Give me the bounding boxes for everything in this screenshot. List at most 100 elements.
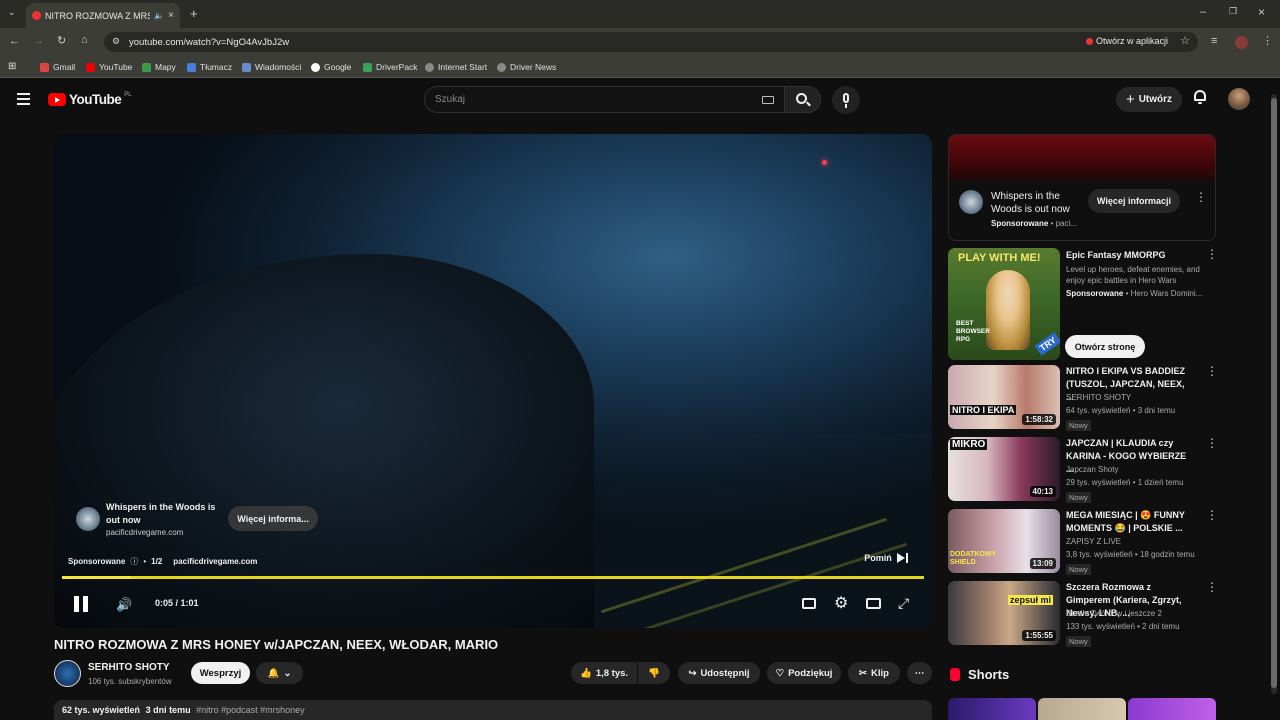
new-tab-icon[interactable]: + <box>190 7 198 20</box>
video-meta: 3,8 tys. wyświetleń • 18 godzin temu <box>1066 550 1195 559</box>
browser-tab[interactable]: NITRO ROZMOWA Z MRS H 🔈 × <box>26 3 180 28</box>
hashtags[interactable]: #nitro #podcast #mrshoney <box>196 705 305 715</box>
notifications-bell-icon[interactable] <box>1193 90 1207 106</box>
like-button[interactable]: 👍 1,8 tys. <box>571 662 637 684</box>
short-thumbnail[interactable] <box>1038 698 1126 720</box>
video-thumbnail[interactable]: zepsuł mi 1:55:55 <box>948 581 1060 645</box>
video-menu-icon[interactable]: ⋮ <box>1206 437 1218 449</box>
browser-menu-icon[interactable]: ⋮ <box>1262 36 1273 47</box>
video-menu-icon[interactable]: ⋮ <box>1206 509 1218 521</box>
bookmark-star-icon[interactable]: ☆ <box>1180 36 1190 47</box>
voice-search-button[interactable] <box>832 86 860 114</box>
subtitles-icon[interactable] <box>802 598 816 609</box>
page-scrollbar[interactable] <box>1271 94 1277 694</box>
bookmark-google[interactable]: Google <box>311 62 351 72</box>
guide-menu-icon[interactable] <box>17 93 30 105</box>
bookmark-internet-start[interactable]: Internet Start <box>425 62 487 72</box>
speaker-icon[interactable]: 🔈 <box>154 11 164 20</box>
video-menu-icon[interactable]: ⋮ <box>1206 365 1218 377</box>
share-button[interactable]: ↪ Udostępnij <box>678 662 760 684</box>
description-box[interactable]: 62 tys. wyświetleń 3 dni temu #nitro #po… <box>54 700 932 720</box>
video-thumbnail[interactable]: DODATKOWY SHIELD 13:09 <box>948 509 1060 573</box>
forward-icon[interactable]: → <box>33 36 44 47</box>
support-button[interactable]: Wesprzyj <box>191 662 250 684</box>
info-icon[interactable]: ⓘ <box>130 556 138 567</box>
maximize-icon[interactable]: ❐ <box>1229 7 1237 16</box>
bookmark-maps[interactable]: Mapy <box>142 62 176 72</box>
channel-avatar[interactable] <box>54 660 81 687</box>
channel-name[interactable]: SERHITO SHOTY <box>88 662 170 673</box>
scissors-icon: ✂ <box>859 667 867 679</box>
ad-domain-link[interactable]: pacificdrivegame.com <box>173 557 257 566</box>
bookmark-translate[interactable]: Tłumacz <box>187 62 232 72</box>
skip-ad-button[interactable]: Pomiń <box>856 548 916 568</box>
address-bar[interactable]: ⚙ youtube.com/watch?v=NgO4AvJbJ2w Otwórz… <box>104 32 1198 52</box>
home-icon[interactable]: ⌂ <box>81 35 88 46</box>
scrollbar-thumb[interactable] <box>1271 98 1277 688</box>
short-thumbnail[interactable] <box>948 698 1036 720</box>
apps-icon[interactable]: ⊞ <box>8 61 16 72</box>
extensions-icon[interactable]: ≡ <box>1211 36 1217 47</box>
window-close-icon[interactable]: × <box>1258 6 1265 18</box>
video-title: NITRO ROZMOWA Z MRS HONEY w/JAPCZAN, NEE… <box>54 637 499 652</box>
bookmark-news[interactable]: Wiadomości <box>242 62 301 72</box>
game-ad-menu-icon[interactable]: ⋮ <box>1206 248 1218 260</box>
recommended-video[interactable]: MIKRO 40:13 JAPCZAN | KLAUDIA czy KARINA… <box>948 437 1218 503</box>
video-channel[interactable]: Japczan Shoty <box>1066 465 1118 474</box>
ad-more-info-button[interactable]: Więcej informa... <box>228 506 318 531</box>
search-button[interactable] <box>784 86 821 113</box>
account-avatar[interactable] <box>1228 88 1250 110</box>
fullscreen-icon[interactable]: ⤢ <box>898 595 909 612</box>
open-page-button[interactable]: Otwórz stronę <box>1065 335 1145 358</box>
game-ad-thumbnail[interactable]: PLAY WITH ME! BEST BROWSER RPG TRY <box>948 248 1060 360</box>
open-in-app-button[interactable]: Otwórz w aplikacji <box>1085 36 1168 46</box>
bookmark-gmail[interactable]: Gmail <box>40 62 75 72</box>
bookmark-youtube[interactable]: YouTube <box>86 62 132 72</box>
recommended-video[interactable]: DODATKOWY SHIELD 13:09 MEGA MIESIĄC | 😍 … <box>948 509 1218 575</box>
profile-avatar[interactable] <box>1235 36 1248 49</box>
video-channel[interactable]: Studio Twórców i jeszcze 2 <box>1066 609 1162 618</box>
settings-gear-icon[interactable]: ⚙ <box>834 593 848 613</box>
globe-icon <box>425 62 434 72</box>
recommended-video[interactable]: zepsuł mi 1:55:55 Szczera Rozmowa z Gimp… <box>948 581 1218 647</box>
sidebar-ad-more-info-button[interactable]: Więcej informacji <box>1088 189 1180 213</box>
keyboard-icon[interactable] <box>762 96 774 104</box>
video-thumbnail[interactable]: MIKRO 40:13 <box>948 437 1060 501</box>
video-channel[interactable]: SERHITO SHOTY <box>1066 393 1131 402</box>
site-info-icon[interactable]: ⚙ <box>112 37 120 46</box>
back-icon[interactable]: ← <box>9 36 20 47</box>
progress-bar[interactable] <box>62 576 924 579</box>
video-player[interactable] <box>54 134 932 628</box>
bookmark-driver-news[interactable]: Driver News <box>497 62 556 72</box>
browser-tab-strip: ⌄ NITRO ROZMOWA Z MRS H 🔈 × + – ❐ × <box>0 0 1280 28</box>
tab-title: NITRO ROZMOWA Z MRS H <box>45 10 151 21</box>
upload-age: 3 dni temu <box>145 705 191 715</box>
short-thumbnail[interactable] <box>1128 698 1216 720</box>
reload-icon[interactable]: ↻ <box>57 36 66 47</box>
youtube-logo[interactable]: YouTube PL <box>48 92 132 107</box>
dislike-button[interactable]: 👎 <box>638 662 670 684</box>
more-actions-button[interactable]: ⋯ <box>907 662 932 684</box>
video-channel[interactable]: ZAPISY Z LIVE <box>1066 537 1121 546</box>
sidebar-game-ad[interactable]: PLAY WITH ME! BEST BROWSER RPG TRY Epic … <box>948 248 1218 360</box>
bookmark-driverpack[interactable]: DriverPack <box>363 62 418 72</box>
theater-mode-icon[interactable] <box>866 598 881 609</box>
video-menu-icon[interactable]: ⋮ <box>1206 581 1218 593</box>
minimize-icon[interactable]: – <box>1200 7 1206 18</box>
create-button[interactable]: + Utwórz <box>1116 87 1182 112</box>
video-duration: 1:58:32 <box>1022 414 1056 425</box>
video-thumbnail[interactable]: NITRO I EKIPA 1:58:32 <box>948 365 1060 429</box>
subscription-bell-button[interactable]: 🔔 ⌄ <box>256 662 303 684</box>
recommended-video[interactable]: NITRO I EKIPA 1:58:32 NITRO I EKIPA VS B… <box>948 365 1218 431</box>
ad-menu-icon[interactable]: ⋮ <box>1195 191 1207 203</box>
tab-search-icon[interactable]: ⌄ <box>8 8 16 17</box>
pause-icon[interactable] <box>74 596 88 612</box>
thanks-button[interactable]: ♡ Podziękuj <box>767 662 841 684</box>
sidebar-top-ad[interactable]: Whispers in the Woods is out now Sponsor… <box>948 134 1216 241</box>
tab-close-icon[interactable]: × <box>168 10 174 21</box>
globe-icon <box>497 62 506 72</box>
search-input[interactable]: Szukaj <box>424 86 821 113</box>
volume-icon[interactable]: 🔊 <box>116 597 132 613</box>
clip-button[interactable]: ✂ Klip <box>848 662 900 684</box>
ad-title[interactable]: Whispers in the Woods is out now <box>106 501 218 527</box>
